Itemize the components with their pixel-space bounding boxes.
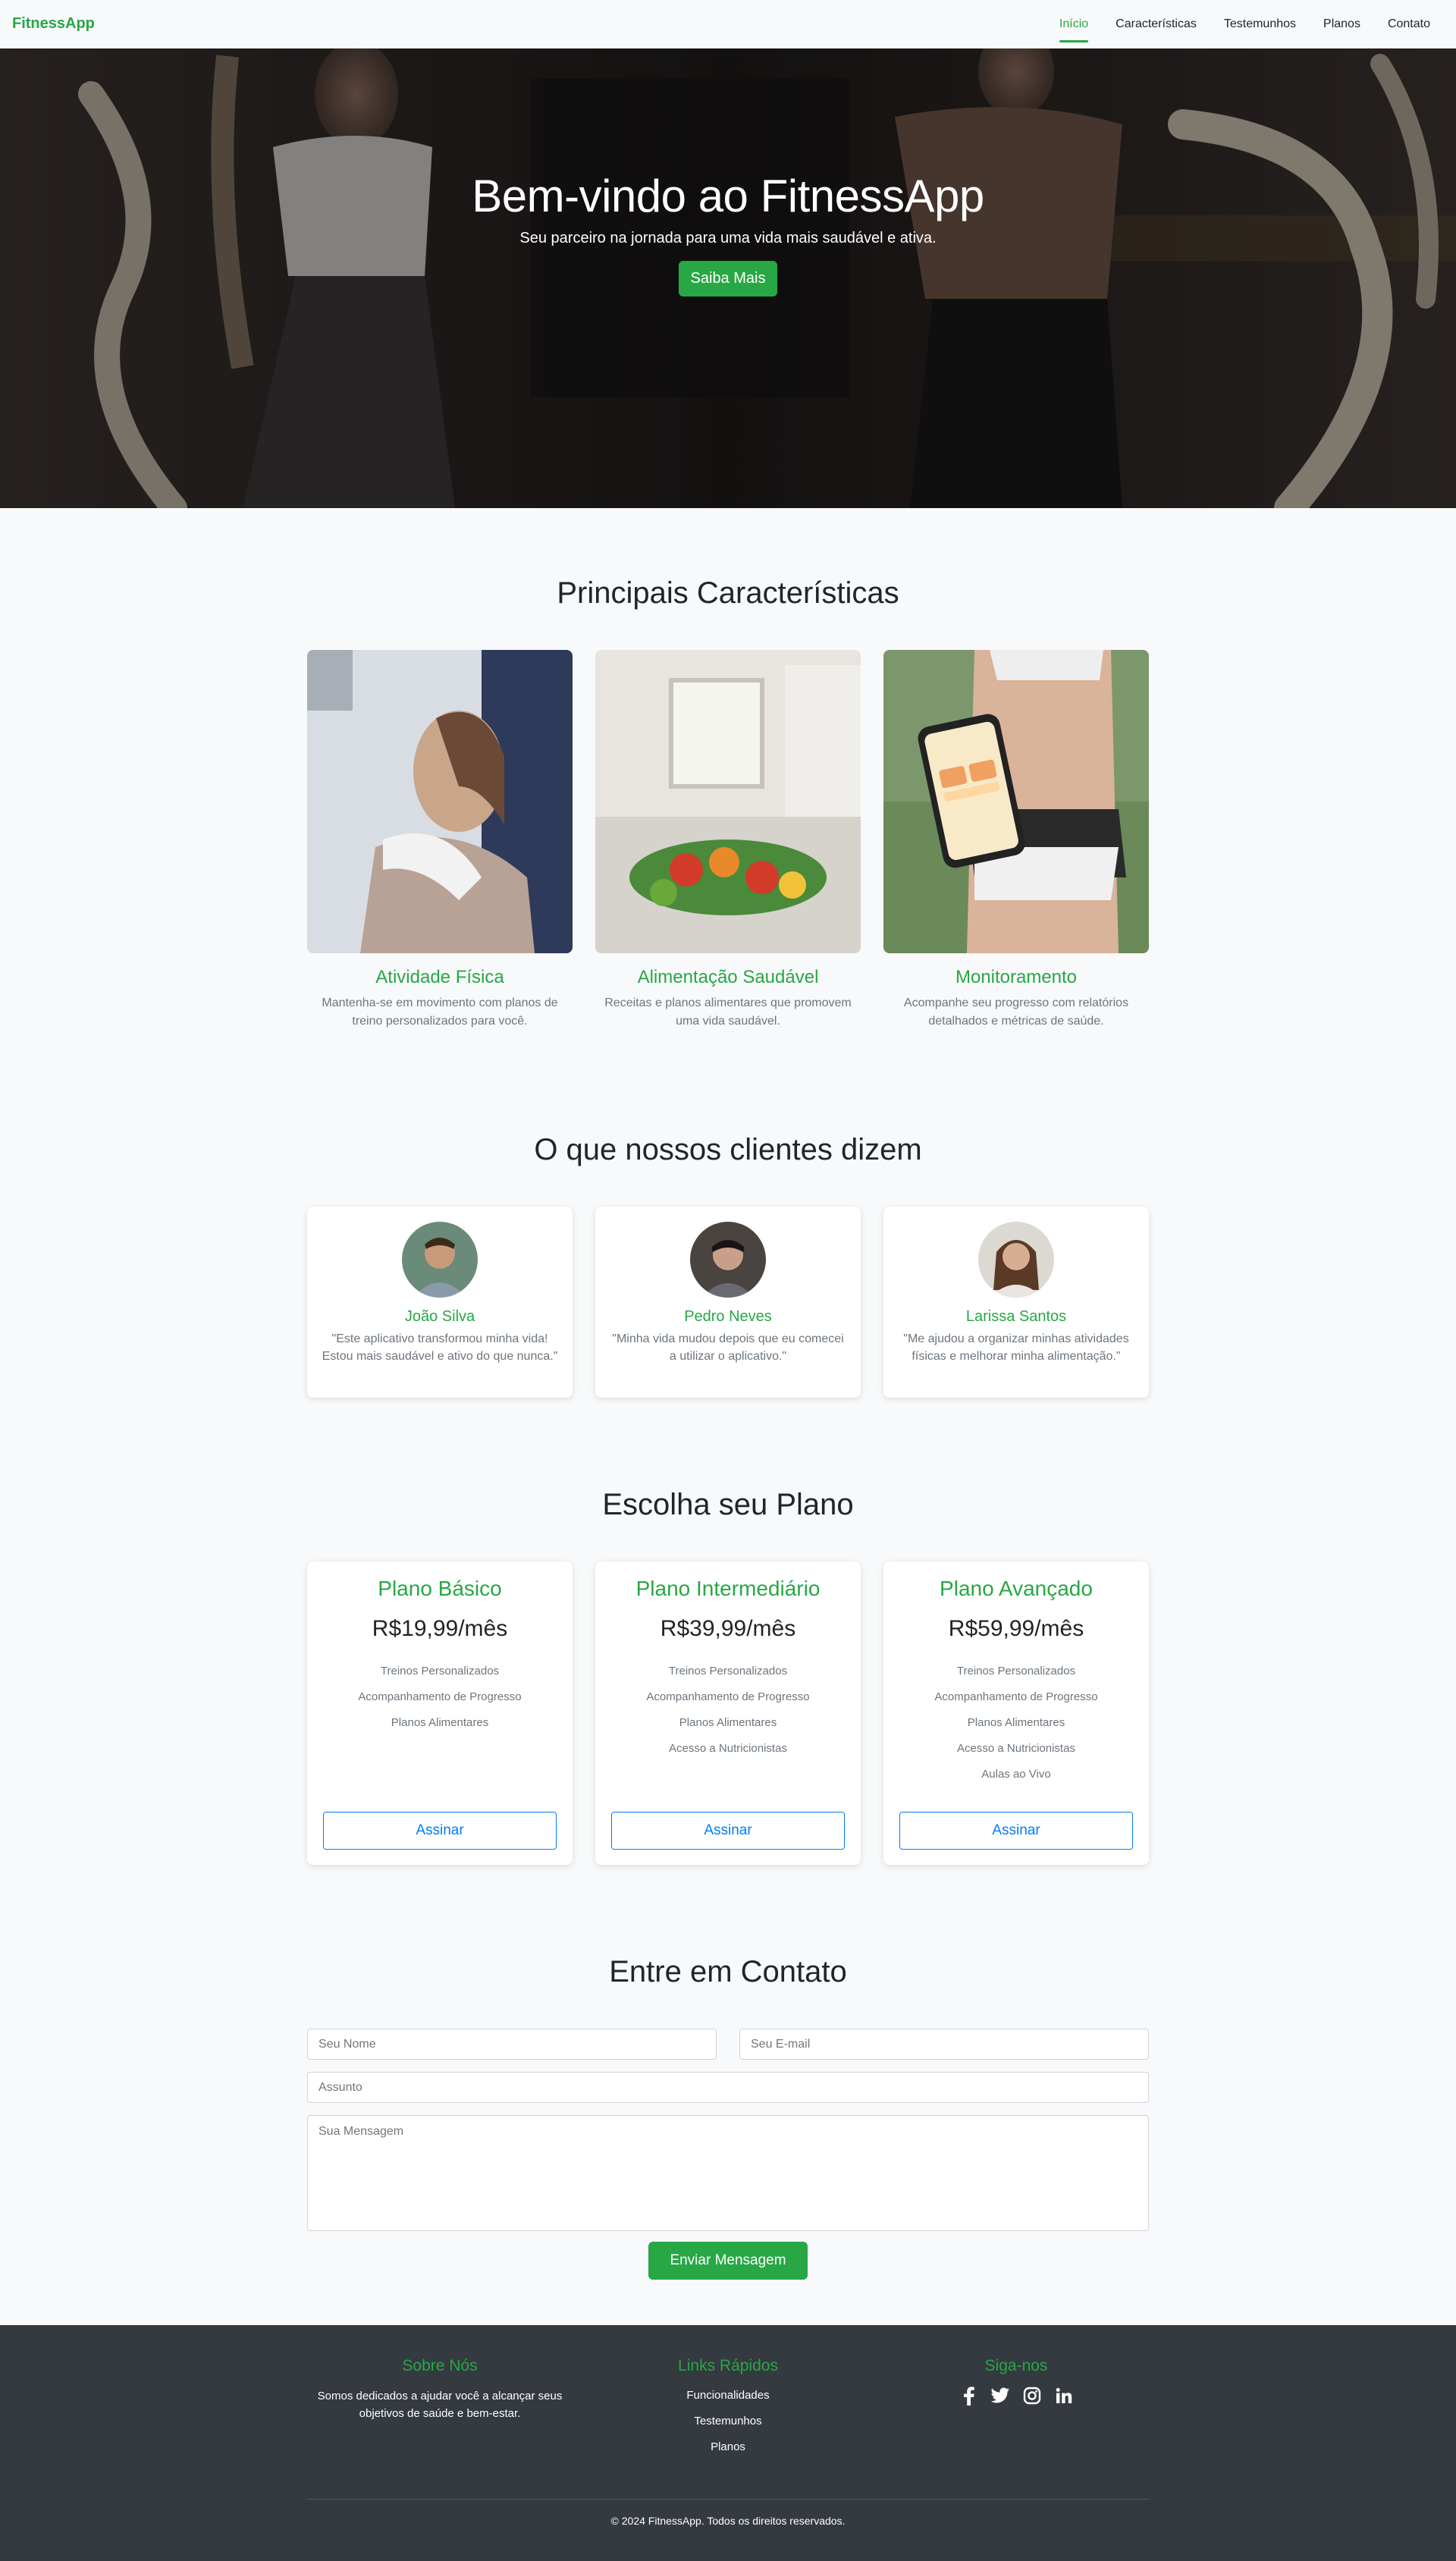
copyright: © 2024 FitnessApp. Todos os direitos res…: [610, 2515, 846, 2527]
contact-title: Entre em Contato: [609, 1955, 847, 1988]
plan-feature: Acesso a Nutricionistas: [957, 1742, 1075, 1755]
plan-name: Plano Intermediário: [635, 1577, 821, 1600]
feature-card: Alimentação Saudável Receitas e planos a…: [595, 650, 861, 1031]
plan-feature: Acompanhamento de Progresso: [646, 1690, 810, 1703]
footer-about-text: Somos dedicados a ajudar você a alcançar…: [317, 2390, 563, 2420]
social-icons: [883, 2386, 1149, 2406]
nav-links: Início Características Testemunhos Plano…: [1046, 0, 1444, 49]
testimonials-title: O que nossos clientes dizem: [534, 1133, 922, 1166]
feature-card: Atividade Física Mantenha-se em moviment…: [307, 650, 573, 1031]
feature-title: Atividade Física: [375, 967, 504, 987]
linkedin-icon[interactable]: [1054, 2386, 1074, 2406]
testimonial-name: Larissa Santos: [965, 1308, 1067, 1325]
plan-feature: Acesso a Nutricionistas: [669, 1742, 787, 1755]
navbar: FitnessApp Início Características Testem…: [0, 0, 1456, 49]
nav-link-inicio[interactable]: Início: [1046, 0, 1102, 49]
plan-features: Treinos Personalizados Acompanhamento de…: [307, 1659, 573, 1736]
plan-feature: Planos Alimentares: [679, 1716, 777, 1729]
hero-subtitle: Seu parceiro na jornada para uma vida ma…: [519, 229, 937, 246]
plan-price: R$39,99/mês: [660, 1616, 796, 1641]
feature-card: Monitoramento Acompanhe seu progresso co…: [883, 650, 1149, 1031]
nav-link-contato[interactable]: Contato: [1374, 0, 1444, 49]
nav-link-testemunhos[interactable]: Testemunhos: [1210, 0, 1310, 49]
send-message-button[interactable]: Enviar Mensagem: [648, 2242, 808, 2280]
plan-feature: Planos Alimentares: [391, 1716, 489, 1729]
avatar: [978, 1222, 1054, 1298]
plan-feature: Treinos Personalizados: [380, 1665, 500, 1678]
footer-divider: [307, 2499, 1149, 2500]
footer-link-testimonials[interactable]: Testemunhos: [595, 2409, 861, 2434]
page: FitnessApp Início Características Testem…: [0, 0, 1456, 2561]
testimonial-text: "Este aplicativo transformou minha vida!…: [322, 1332, 558, 1363]
feature-image-physical-activity: [307, 650, 573, 953]
plan-features: Treinos Personalizados Acompanhamento de…: [883, 1659, 1149, 1787]
testimonial-card: Larissa Santos "Me ajudou a organizar mi…: [883, 1207, 1149, 1398]
plan-price: R$59,99/mês: [948, 1616, 1084, 1641]
plan-feature: Acompanhamento de Progresso: [934, 1690, 1098, 1703]
nav-link-planos[interactable]: Planos: [1310, 0, 1374, 49]
features-title: Principais Características: [557, 576, 899, 610]
feature-title: Monitoramento: [955, 967, 1078, 987]
feature-title: Alimentação Saudável: [637, 967, 819, 987]
learn-more-button[interactable]: Saiba Mais: [678, 260, 778, 297]
footer-about-title: Sobre Nós: [402, 2357, 478, 2374]
testimonial-name: Pedro Neves: [684, 1308, 772, 1325]
feature-text: Receitas e planos alimentares que promov…: [604, 996, 852, 1028]
footer-about: Sobre Nós Somos dedicados a ajudar você …: [307, 2357, 573, 2422]
plan-card-intermediate: Plano Intermediário R$39,99/mês Treinos …: [595, 1561, 861, 1865]
footer-social: Siga-nos: [883, 2357, 1149, 2406]
footer-link-features[interactable]: Funcionalidades: [595, 2383, 861, 2409]
plans-title: Escolha seu Plano: [602, 1488, 854, 1521]
plan-card-basic: Plano Básico R$19,99/mês Treinos Persona…: [307, 1561, 573, 1865]
avatar: [402, 1222, 478, 1298]
subscribe-button[interactable]: Assinar: [611, 1812, 845, 1850]
footer-links-title: Links Rápidos: [678, 2357, 778, 2374]
hero-section: Bem-vindo ao FitnessApp Seu parceiro na …: [0, 49, 1456, 508]
testimonial-text: "Minha vida mudou depois que eu comecei …: [612, 1332, 844, 1363]
name-field[interactable]: [307, 2029, 717, 2060]
twitter-icon[interactable]: [990, 2386, 1010, 2406]
testimonial-card: João Silva "Este aplicativo transformou …: [307, 1207, 573, 1398]
hero-title: Bem-vindo ao FitnessApp: [472, 170, 984, 221]
feature-image-healthy-food: [595, 650, 861, 953]
footer-quick-links: Links Rápidos Funcionalidades Testemunho…: [595, 2357, 861, 2460]
feature-text: Acompanhe seu progresso com relatórios d…: [903, 996, 1129, 1028]
plan-features: Treinos Personalizados Acompanhamento de…: [595, 1659, 861, 1762]
footer-social-title: Siga-nos: [984, 2357, 1048, 2374]
plan-card-advanced: Plano Avançado R$59,99/mês Treinos Perso…: [883, 1561, 1149, 1865]
plan-name: Plano Básico: [378, 1577, 502, 1600]
plan-price: R$19,99/mês: [372, 1616, 508, 1641]
instagram-icon[interactable]: [1022, 2386, 1042, 2406]
plan-feature: Treinos Personalizados: [668, 1665, 788, 1678]
subscribe-button[interactable]: Assinar: [323, 1812, 557, 1850]
plan-name: Plano Avançado: [940, 1577, 1093, 1600]
footer-link-plans[interactable]: Planos: [595, 2434, 861, 2460]
message-field[interactable]: [307, 2115, 1149, 2231]
nav-link-caracteristicas[interactable]: Características: [1102, 0, 1210, 49]
footer-links-list: Funcionalidades Testemunhos Planos: [595, 2383, 861, 2460]
feature-image-monitoring: [883, 650, 1149, 953]
testimonial-text: "Me ajudou a organizar minhas atividades…: [903, 1332, 1129, 1363]
plan-feature: Planos Alimentares: [967, 1716, 1065, 1729]
plan-feature: Acompanhamento de Progresso: [358, 1690, 522, 1703]
brand-logo[interactable]: FitnessApp: [12, 15, 95, 33]
email-field[interactable]: [739, 2029, 1149, 2060]
plan-feature: Aulas ao Vivo: [981, 1768, 1051, 1781]
facebook-icon[interactable]: [959, 2386, 978, 2406]
hero-content: Bem-vindo ao FitnessApp Seu parceiro na …: [0, 49, 1456, 463]
subject-field[interactable]: [307, 2072, 1149, 2103]
feature-text: Mantenha-se em movimento com planos de t…: [322, 996, 558, 1028]
subscribe-button[interactable]: Assinar: [899, 1812, 1133, 1850]
avatar: [690, 1222, 766, 1298]
testimonial-name: João Silva: [404, 1308, 475, 1325]
plan-feature: Treinos Personalizados: [956, 1665, 1076, 1678]
testimonial-card: Pedro Neves "Minha vida mudou depois que…: [595, 1207, 861, 1398]
